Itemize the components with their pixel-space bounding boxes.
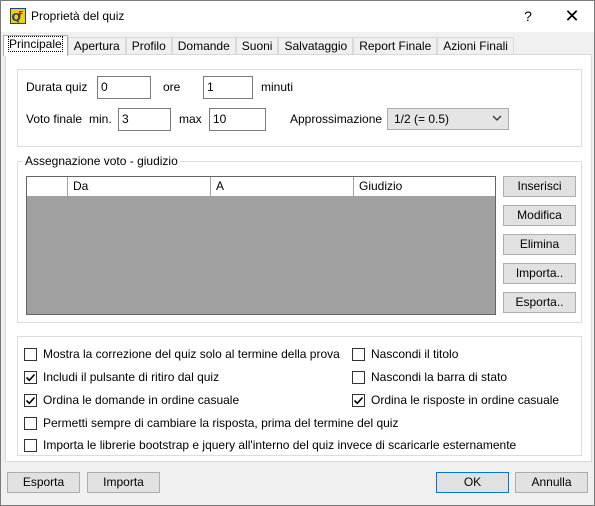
help-button[interactable]: ?	[514, 1, 542, 32]
column-header-a[interactable]: A	[210, 177, 353, 197]
elimina-button[interactable]: Elimina	[503, 234, 576, 255]
ok-button[interactable]: OK	[436, 472, 509, 493]
max-label: max	[179, 112, 202, 126]
option-label: Importa le librerie bootstrap e jquery a…	[43, 438, 517, 452]
modifica-button[interactable]: Modifica	[503, 205, 576, 226]
option-librerie-bootstrap[interactable]: Importa le librerie bootstrap e jquery a…	[24, 438, 516, 452]
option-nascondi-barra-stato[interactable]: Nascondi la barra di stato	[352, 370, 507, 384]
option-label: Mostra la correzione del quiz solo al te…	[43, 347, 340, 361]
min-label: min.	[89, 112, 112, 126]
option-mostra-correzione[interactable]: Mostra la correzione del quiz solo al te…	[24, 347, 340, 361]
esporta-button[interactable]: Esporta	[7, 472, 80, 493]
column-header-row-indicator	[27, 177, 67, 197]
checkbox[interactable]	[24, 416, 37, 430]
esporta-grades-button[interactable]: Esporta..	[503, 292, 576, 313]
checkmark-icon	[25, 396, 36, 404]
option-cambiare-risposta[interactable]: Permetti sempre di cambiare la risposta,…	[24, 416, 398, 430]
approssimazione-select[interactable]: 1/2 (= 0.5)	[387, 108, 509, 130]
checkbox[interactable]	[352, 393, 365, 407]
voto-finale-label: Voto finale	[26, 112, 83, 126]
tab-principale[interactable]: Principale	[3, 35, 68, 56]
assegnazione-table[interactable]: Da A Giudizio	[26, 176, 496, 315]
option-domande-casuali[interactable]: Ordina le domande in ordine casuale	[24, 393, 239, 407]
checkbox[interactable]	[24, 347, 37, 361]
chevron-down-icon	[492, 115, 502, 121]
voto-max-input[interactable]: 10	[209, 108, 266, 131]
table-header: Da A Giudizio	[27, 177, 495, 197]
option-label: Permetti sempre di cambiare la risposta,…	[43, 416, 399, 430]
close-button[interactable]: ✕	[556, 1, 588, 32]
checkmark-icon	[25, 373, 36, 381]
checkmark-icon	[353, 396, 364, 404]
svg-text:F: F	[19, 10, 24, 18]
checkbox[interactable]	[24, 438, 37, 452]
option-nascondi-titolo[interactable]: Nascondi il titolo	[352, 347, 458, 361]
option-label: Ordina le domande in ordine casuale	[43, 393, 240, 407]
assegnazione-title: Assegnazione voto - giudizio	[23, 154, 180, 168]
column-header-da[interactable]: Da	[67, 177, 210, 197]
annulla-button[interactable]: Annulla	[515, 472, 588, 493]
minuti-input[interactable]: 1	[203, 76, 253, 99]
checkbox[interactable]	[24, 370, 37, 384]
importa-button[interactable]: Importa	[87, 472, 160, 493]
ore-input[interactable]: 0	[97, 76, 151, 99]
window-title: Proprietà del quiz	[31, 9, 125, 23]
dialog-window: Q F Proprietà del quiz ? ✕ Principale Ap…	[0, 0, 595, 506]
option-label: Includi il pulsante di ritiro dal quiz	[43, 370, 220, 384]
durata-label: Durata quiz	[26, 80, 88, 94]
voto-min-input[interactable]: 3	[118, 108, 171, 131]
approssimazione-label: Approssimazione	[290, 112, 383, 126]
approssimazione-value: 1/2 (= 0.5)	[394, 112, 450, 126]
checkbox[interactable]	[24, 393, 37, 407]
quiz-app-icon: Q F	[10, 8, 26, 24]
title-bar: Q F Proprietà del quiz ? ✕	[1, 1, 594, 32]
option-risposte-casuali[interactable]: Ordina le risposte in ordine casuale	[352, 393, 559, 407]
option-pulsante-ritiro[interactable]: Includi il pulsante di ritiro dal quiz	[24, 370, 219, 384]
importa-grades-button[interactable]: Importa..	[503, 263, 576, 284]
column-header-giudizio[interactable]: Giudizio	[353, 177, 495, 197]
option-label: Nascondi il titolo	[371, 347, 459, 361]
checkbox[interactable]	[352, 347, 365, 361]
tab-strip: Principale Apertura Profilo Domande Suon…	[3, 35, 514, 56]
checkbox[interactable]	[352, 370, 365, 384]
inserisci-button[interactable]: Inserisci	[503, 176, 576, 197]
minuti-label: minuti	[261, 80, 294, 94]
option-label: Nascondi la barra di stato	[371, 370, 508, 384]
ore-label: ore	[163, 80, 181, 94]
option-label: Ordina le risposte in ordine casuale	[371, 393, 560, 407]
